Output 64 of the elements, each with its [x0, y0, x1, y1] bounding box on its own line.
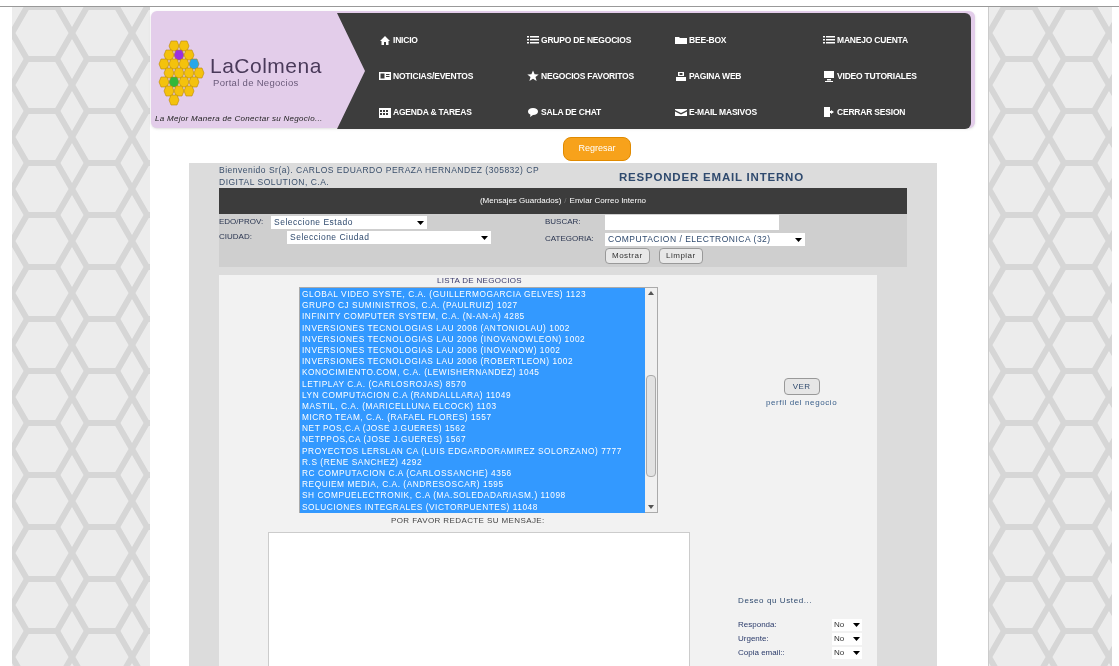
menu-link[interactable]: VIDEO TUTORIALES: [823, 62, 971, 90]
dropdown-arrow-icon: [853, 651, 860, 655]
logo-name: LaColmena: [210, 55, 322, 76]
message-label: POR FAVOR REDACTE SU MENSAJE:: [391, 515, 546, 527]
menu-icon: [379, 106, 391, 118]
clear-button[interactable]: Limpiar: [659, 248, 703, 264]
filter-label: CATEGORIA:: [545, 233, 594, 245]
saved-messages-link[interactable]: (Mensajes Guardados): [479, 195, 562, 207]
scrollbar-thumb[interactable]: [646, 375, 656, 477]
filter-label: EDO/PROV:: [219, 216, 264, 228]
list-title: LISTA DE NEGOCIOS: [437, 275, 523, 287]
option-select[interactable]: No: [832, 633, 862, 645]
category-select[interactable]: COMPUTACION / ELECTRONICA (32): [605, 233, 805, 246]
profile-caption: perfil del negocio: [766, 397, 838, 409]
send-mail-link[interactable]: Enviar Correo Interno: [569, 195, 647, 207]
menu-link[interactable]: AGENDA & TAREAS: [379, 98, 527, 126]
menu-link[interactable]: BEE-BOX: [675, 26, 823, 54]
menu-link[interactable]: E-MAIL MASIVOS: [675, 98, 823, 126]
menu-link[interactable]: CERRAR SESION: [823, 98, 971, 126]
menu-link[interactable]: MANEJO CUENTA: [823, 26, 971, 54]
menu-icon: [823, 34, 835, 46]
scroll-up-icon[interactable]: [648, 291, 654, 295]
view-button[interactable]: VER: [783, 378, 820, 395]
dropdown-arrow-icon: [853, 637, 860, 641]
option-label: Responda:: [738, 619, 777, 631]
state-select[interactable]: Seleccione Estado: [271, 216, 427, 229]
dropdown-arrow-icon: [795, 237, 802, 242]
menu-link[interactable]: NOTICIAS/EVENTOS: [379, 62, 527, 90]
dropdown-arrow-icon: [853, 623, 860, 627]
show-button[interactable]: Mostrar: [605, 248, 650, 264]
menu-link[interactable]: GRUPO DE NEGOCIOS: [527, 26, 675, 54]
option-select[interactable]: No: [832, 619, 862, 631]
option-label: Copia email::: [738, 647, 785, 659]
menu-icon: [527, 70, 539, 82]
menu-icon: [527, 106, 539, 118]
logo-tagline: La Mejor Manera de Conectar su Negocio...: [155, 113, 324, 125]
message-field[interactable]: [268, 532, 690, 666]
dropdown-arrow-icon: [481, 235, 488, 240]
option-select[interactable]: No: [832, 647, 862, 659]
logo-subtitle: Portal de Negocios: [213, 75, 300, 90]
menu-link[interactable]: SALA DE CHAT: [527, 98, 675, 126]
filter-label: CIUDAD:: [219, 231, 252, 243]
nav-separator: /: [564, 195, 567, 207]
menu-link[interactable]: INICIO: [379, 26, 527, 54]
menu-icon: [527, 34, 539, 46]
search-field[interactable]: [605, 215, 779, 230]
menu-icon: [675, 70, 687, 82]
menu-icon: [379, 70, 391, 82]
options-title: Deseo qu Usted...: [738, 595, 814, 607]
menu-icon: [823, 70, 835, 82]
filter-label: BUSCAR:: [545, 216, 581, 228]
menu-link[interactable]: NEGOCIOS FAVORITOS: [527, 62, 675, 90]
city-select[interactable]: Seleccione Ciudad: [287, 231, 491, 244]
menu-icon: [823, 106, 835, 118]
scrollbar[interactable]: [645, 288, 657, 512]
option-label: Urgente:: [738, 633, 769, 645]
menu-link[interactable]: PAGINA WEB: [675, 62, 823, 90]
scroll-down-icon[interactable]: [648, 505, 654, 509]
menu-icon: [379, 34, 391, 46]
dropdown-arrow-icon: [417, 220, 424, 225]
page-title: RESPONDER EMAIL INTERNO: [619, 170, 804, 185]
welcome-text: Bienvenido Sr(a). CARLOS EDUARDO PERAZA HERNANDEZ (305832) CP DIGITAL SOLUTION, C.A.: [219, 164, 540, 188]
menu-icon: [675, 34, 687, 46]
menu-icon: [675, 106, 687, 118]
